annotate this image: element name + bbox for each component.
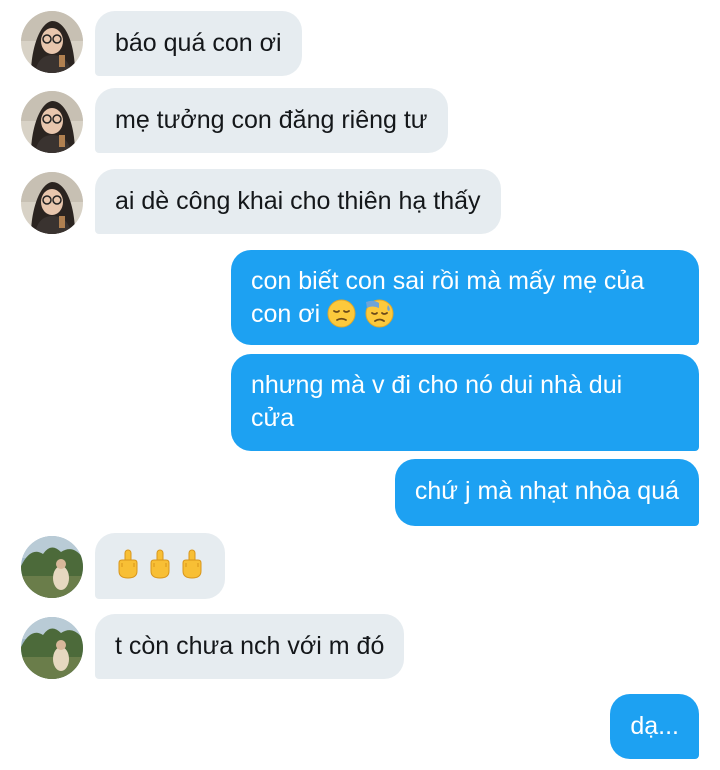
- message-text: báo quá con ơi: [115, 29, 282, 57]
- message-bubble-outgoing[interactable]: dạ...: [610, 694, 699, 759]
- message-bubble-outgoing[interactable]: nhưng mà v đi cho nó dui nhà dui cửa: [231, 354, 699, 451]
- message-bubble[interactable]: mẹ tưởng con đăng riêng tư: [95, 88, 448, 153]
- message-text: dạ...: [630, 712, 679, 740]
- message-text: t còn chưa nch với m đó: [115, 632, 385, 660]
- message-bubble[interactable]: [95, 533, 225, 599]
- message-bubble[interactable]: t còn chưa nch với m đó: [95, 614, 405, 679]
- message-text-line: cửa: [251, 404, 295, 432]
- message-text-line: con ơi: [251, 298, 679, 331]
- pensive-face-icon: [327, 299, 356, 328]
- message-text-line: nhưng mà v đi cho nó dui nhà dui: [251, 371, 623, 399]
- message-text: ai dè công khai cho thiên hạ thấy: [115, 187, 481, 215]
- message-text: mẹ tưởng con đăng riêng tư: [115, 106, 428, 134]
- sad-sweat-face-icon: [365, 299, 394, 328]
- avatar-girl[interactable]: [21, 11, 83, 73]
- avatar-park[interactable]: [21, 617, 83, 679]
- avatar-girl[interactable]: [21, 91, 83, 153]
- message-bubble-outgoing[interactable]: con biết con sai rồi mà mấy mẹ của con ơ…: [231, 250, 699, 345]
- avatar-park[interactable]: [21, 536, 83, 598]
- message-bubble[interactable]: ai dè công khai cho thiên hạ thấy: [95, 169, 501, 234]
- message-text-line: con biết con sai rồi mà mấy mẹ của: [251, 267, 645, 295]
- message-bubble[interactable]: báo quá con ơi: [95, 11, 302, 76]
- middle-finger-icon: [179, 549, 205, 579]
- middle-finger-icon: [147, 549, 173, 579]
- message-bubble-outgoing[interactable]: chứ j mà nhạt nhòa quá: [394, 459, 699, 526]
- conversation-thread: báo quá con ơi mẹ tưởng con đăng riêng t…: [0, 0, 720, 770]
- message-text: chứ j mà nhạt nhòa quá: [414, 477, 679, 505]
- middle-finger-icon: [115, 549, 141, 579]
- avatar-girl[interactable]: [21, 172, 83, 234]
